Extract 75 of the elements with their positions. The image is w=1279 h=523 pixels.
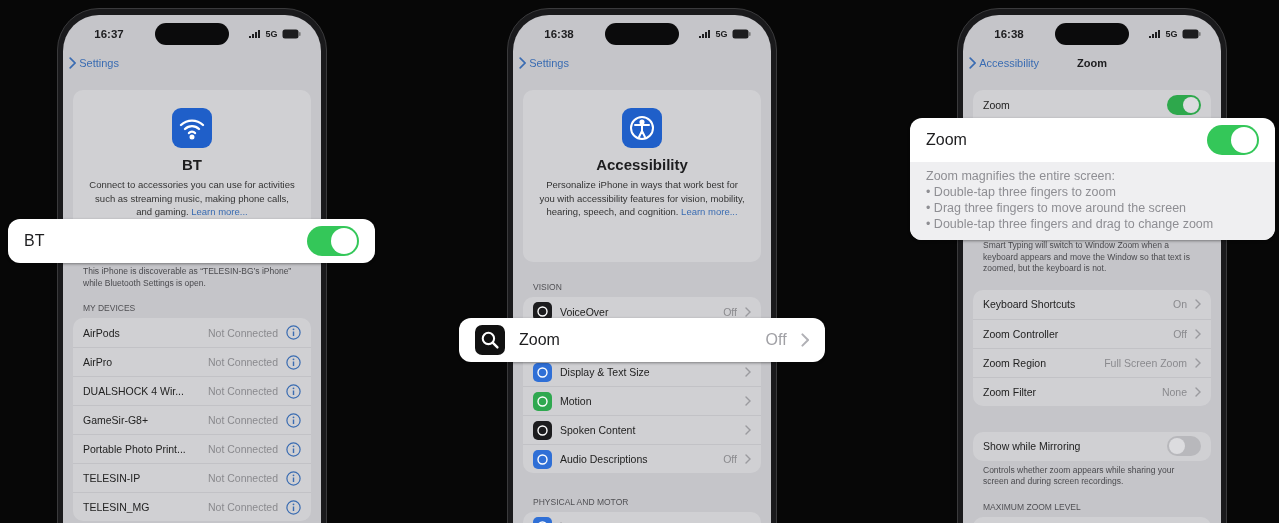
network-label: 5G [1165, 28, 1178, 39]
toggle-row[interactable]: Show while Mirroring [973, 431, 1211, 461]
status-time: 16:38 [544, 27, 574, 40]
network-label: 5G [265, 28, 278, 39]
nav-title: Zoom [1077, 57, 1107, 69]
settings-row[interactable]: Spoken Content [523, 415, 761, 444]
settings-row[interactable]: Zoom Region Full Screen Zoom [973, 347, 1211, 377]
footnote-text: This iPhone is discoverable as “TELESIN-BG’s iPhone” while Bluetooth Settings is open. [82, 266, 293, 289]
info-icon[interactable] [286, 412, 301, 428]
settings-row[interactable]: AirPro Not Connected [73, 347, 311, 376]
footnote-text: Controls whether zoom appears while sharing your screen and during screen recordings. [982, 464, 1176, 488]
battery-icon [281, 28, 301, 39]
settings-row[interactable]: TELESIN-IP Not Connected [73, 463, 311, 492]
note-bullet: • Drag three fingers to move around the screen [926, 200, 1188, 216]
wifi-icon [172, 108, 212, 148]
info-icon[interactable] [286, 354, 301, 370]
note-title: Zoom magnifies the entire screen: [926, 168, 1116, 184]
chevron-icon [1195, 328, 1201, 339]
callout-row[interactable]: BT [8, 219, 375, 263]
signal-icon [249, 29, 262, 38]
note-bullet: • Double-tap three fingers to zoom [926, 184, 1117, 200]
chevron-icon [1195, 299, 1201, 309]
card-title: BT [182, 156, 202, 173]
chevron-icon [969, 57, 977, 69]
signal-icon [1149, 29, 1162, 38]
callout-row[interactable]: Zoom [910, 118, 1275, 162]
settings-row[interactable]: DUALSHOCK 4 Wir... Not Connected [73, 376, 311, 405]
toggle-switch[interactable] [1167, 436, 1201, 456]
settings-row[interactable]: AirPods Not Connected [73, 318, 311, 347]
settings-row[interactable]: GameSir-G8+ Not Connected [73, 405, 311, 434]
footnote-text: Smart Typing will switch to Window Zoom when a keyboard appears and move the Window so that text is zoomed, but the keyboard is not. [982, 240, 1191, 275]
chevron-icon [1195, 357, 1201, 368]
magnifier-tile-icon [475, 325, 505, 355]
settings-row[interactable]: Portable Photo Print... Not Connected [73, 434, 311, 463]
settings-row[interactable]: Zoom Controller Off [973, 318, 1211, 348]
chevron-icon [519, 57, 527, 69]
info-icon[interactable] [286, 499, 301, 515]
card-title: Accessibility [596, 156, 688, 173]
status-time: 16:38 [994, 27, 1024, 40]
callout-row[interactable]: Zoom Off [459, 318, 825, 362]
chevron-icon [69, 57, 77, 69]
card-description: Connect to accessories you can use for activities such as streaming music, making phone calls, and gaming. Learn more... [89, 178, 295, 219]
settings-row[interactable]: Motion [523, 386, 761, 415]
note-bullet: • Double-tap three fingers and drag to change zoom [926, 216, 1215, 232]
settings-row[interactable]: Zoom Filter None [973, 376, 1211, 406]
info-icon[interactable] [286, 325, 301, 340]
battery-icon [731, 28, 751, 39]
info-icon[interactable] [286, 383, 301, 399]
settings-row[interactable]: TELESIN_MG Not Connected [73, 492, 311, 521]
card-description: Personalize iPhone in ways that work best for you with accessibility features for vision, mobility, hearing, speech, and cognition. Learn more... [539, 178, 745, 219]
learn-more-link[interactable]: Learn more... [681, 206, 738, 217]
toggle-switch[interactable] [1167, 94, 1201, 115]
section-header: MY DEVICES [82, 303, 137, 313]
chevron-icon [745, 396, 751, 406]
battery-icon [1181, 28, 1201, 39]
learn-more-link[interactable]: Learn more... [191, 206, 248, 217]
info-icon[interactable] [286, 441, 301, 457]
status-time: 16:37 [94, 27, 124, 40]
section-header: VISION [532, 282, 563, 292]
chevron-icon [745, 425, 751, 435]
section-header: MAXIMUM ZOOM LEVEL [982, 501, 1082, 512]
section-header: PHYSICAL AND MOTOR [532, 497, 630, 507]
network-label: 5G [715, 28, 728, 39]
chevron-icon [745, 367, 751, 377]
toggle-switch[interactable] [1207, 125, 1259, 155]
signal-icon [699, 29, 712, 38]
settings-row[interactable]: Keyboard Shortcuts On [973, 289, 1211, 319]
chevron-icon [745, 454, 751, 464]
info-icon[interactable] [286, 470, 301, 486]
toggle-row[interactable]: Zoom [973, 90, 1211, 119]
chevron-icon [800, 333, 809, 347]
toggle-switch[interactable] [307, 226, 359, 256]
chevron-icon [1195, 386, 1201, 397]
settings-row[interactable]: Audio Descriptions Off [523, 444, 761, 473]
chevron-icon [745, 306, 751, 317]
